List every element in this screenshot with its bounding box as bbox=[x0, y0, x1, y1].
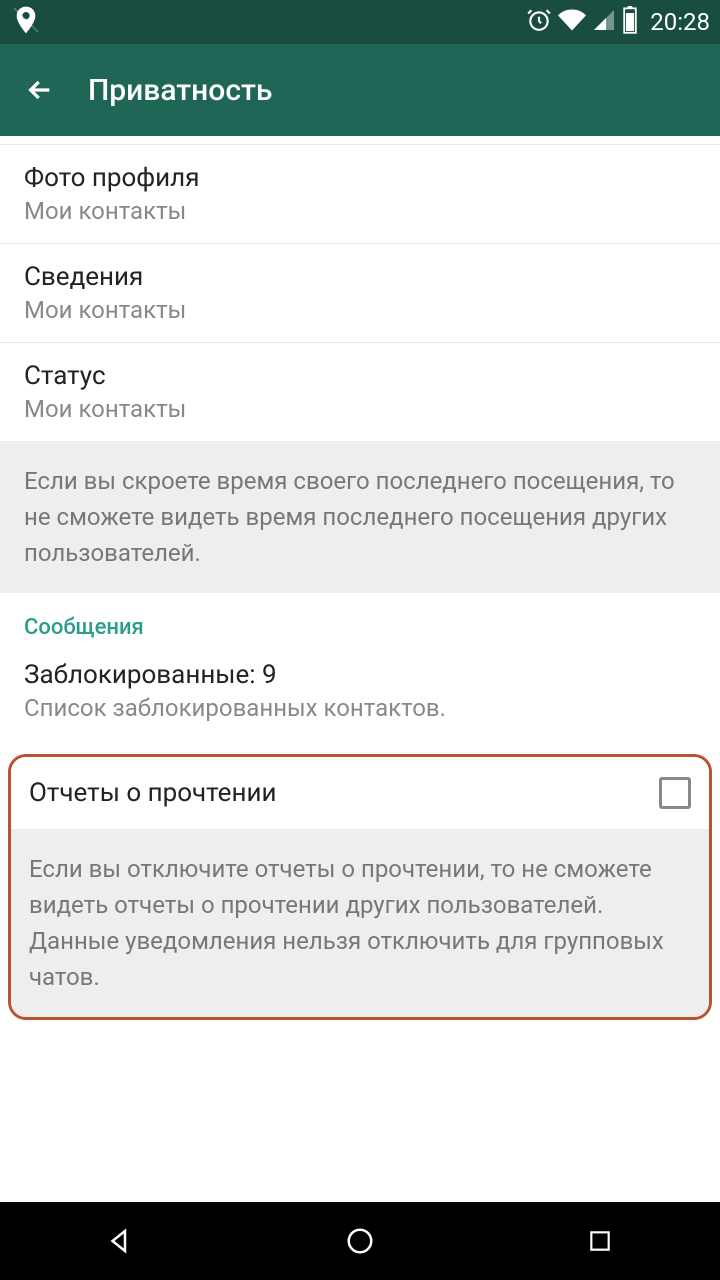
setting-status[interactable]: Статус Мои контакты bbox=[0, 343, 720, 441]
circle-home-icon bbox=[345, 1226, 375, 1256]
status-left bbox=[10, 4, 42, 40]
battery-icon bbox=[622, 6, 638, 38]
nav-bar bbox=[0, 1202, 720, 1280]
blocked-title: Заблокированные: 9 bbox=[24, 660, 696, 690]
nav-back[interactable] bbox=[70, 1216, 170, 1266]
setting-read-receipts[interactable]: Отчеты о прочтении bbox=[11, 757, 709, 829]
blocked-subtitle: Список заблокированных контактов. bbox=[24, 694, 696, 722]
setting-blocked[interactable]: Заблокированные: 9 Список заблокированны… bbox=[0, 650, 720, 742]
square-recent-icon bbox=[587, 1228, 613, 1254]
location-icon bbox=[10, 4, 42, 40]
setting-subtitle: Мои контакты bbox=[24, 296, 696, 324]
setting-title: Сведения bbox=[24, 262, 696, 292]
app-bar: Приватность bbox=[0, 44, 720, 136]
clock-text: 20:28 bbox=[650, 8, 710, 36]
setting-subtitle: Мои контакты bbox=[24, 197, 696, 225]
triangle-back-icon bbox=[105, 1226, 135, 1256]
read-receipts-info: Если вы отключите отчеты о прочтении, то… bbox=[11, 829, 709, 1017]
setting-title: Фото профиля bbox=[24, 163, 696, 193]
nav-home[interactable] bbox=[310, 1216, 410, 1266]
status-bar: 20:28 bbox=[0, 0, 720, 44]
nav-recent[interactable] bbox=[550, 1216, 650, 1266]
setting-about[interactable]: Сведения Мои контакты bbox=[0, 244, 720, 343]
read-receipts-title: Отчеты о прочтении bbox=[29, 778, 276, 808]
setting-subtitle: Мои контакты bbox=[24, 395, 696, 423]
wifi-icon bbox=[558, 6, 586, 38]
section-messages: Сообщения bbox=[0, 593, 720, 650]
content: Фото профиля Мои контакты Сведения Мои к… bbox=[0, 144, 720, 1020]
setting-profile-photo[interactable]: Фото профиля Мои контакты bbox=[0, 144, 720, 244]
signal-icon bbox=[592, 8, 616, 36]
last-seen-info: Если вы скроете время своего последнего … bbox=[0, 441, 720, 593]
page-title: Приватность bbox=[88, 73, 272, 108]
status-right: 20:28 bbox=[526, 6, 710, 38]
highlight-box: Отчеты о прочтении Если вы отключите отч… bbox=[8, 754, 712, 1020]
read-receipts-checkbox[interactable] bbox=[659, 777, 691, 809]
alarm-icon bbox=[526, 7, 552, 37]
setting-title: Статус bbox=[24, 361, 696, 391]
back-button[interactable] bbox=[20, 70, 60, 110]
back-arrow-icon bbox=[24, 74, 56, 106]
